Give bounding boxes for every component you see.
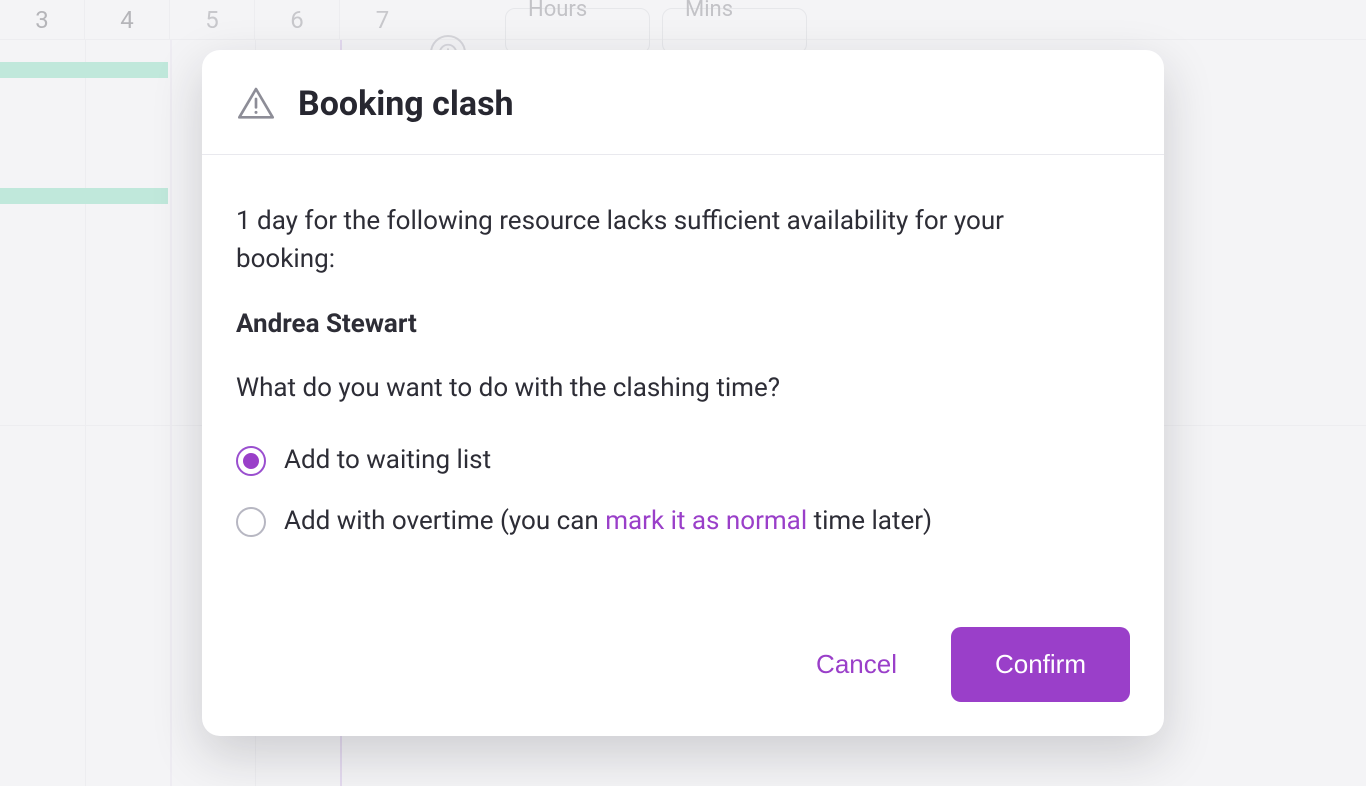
radio-waiting-list-label[interactable]: Add to waiting list xyxy=(284,442,491,480)
mark-as-normal-link[interactable]: mark it as normal xyxy=(605,506,807,536)
dialog-followup-text: What do you want to do with the clashing… xyxy=(236,370,1124,408)
dialog-footer: Cancel Confirm xyxy=(202,627,1164,736)
resource-name: Andrea Stewart xyxy=(236,306,1124,344)
overtime-label-pre: Add with overtime (you can xyxy=(284,506,605,536)
radio-overtime-label[interactable]: Add with overtime (you can mark it as no… xyxy=(284,503,932,541)
booking-clash-dialog: Booking clash 1 day for the following re… xyxy=(202,50,1164,736)
option-waiting-list[interactable]: Add to waiting list xyxy=(236,442,1124,480)
option-overtime[interactable]: Add with overtime (you can mark it as no… xyxy=(236,503,1124,541)
cancel-button[interactable]: Cancel xyxy=(798,637,915,692)
dialog-title: Booking clash xyxy=(298,84,514,124)
dialog-body: 1 day for the following resource lacks s… xyxy=(202,155,1164,627)
dialog-header: Booking clash xyxy=(202,50,1164,155)
warning-triangle-icon xyxy=(236,84,276,124)
dialog-lead-text: 1 day for the following resource lacks s… xyxy=(236,203,1056,278)
confirm-button[interactable]: Confirm xyxy=(951,627,1130,702)
clash-options-radio-group: Add to waiting list Add with overtime (y… xyxy=(236,442,1124,541)
radio-waiting-list[interactable] xyxy=(236,446,266,476)
overtime-label-post: time later) xyxy=(807,506,932,536)
radio-overtime[interactable] xyxy=(236,507,266,537)
